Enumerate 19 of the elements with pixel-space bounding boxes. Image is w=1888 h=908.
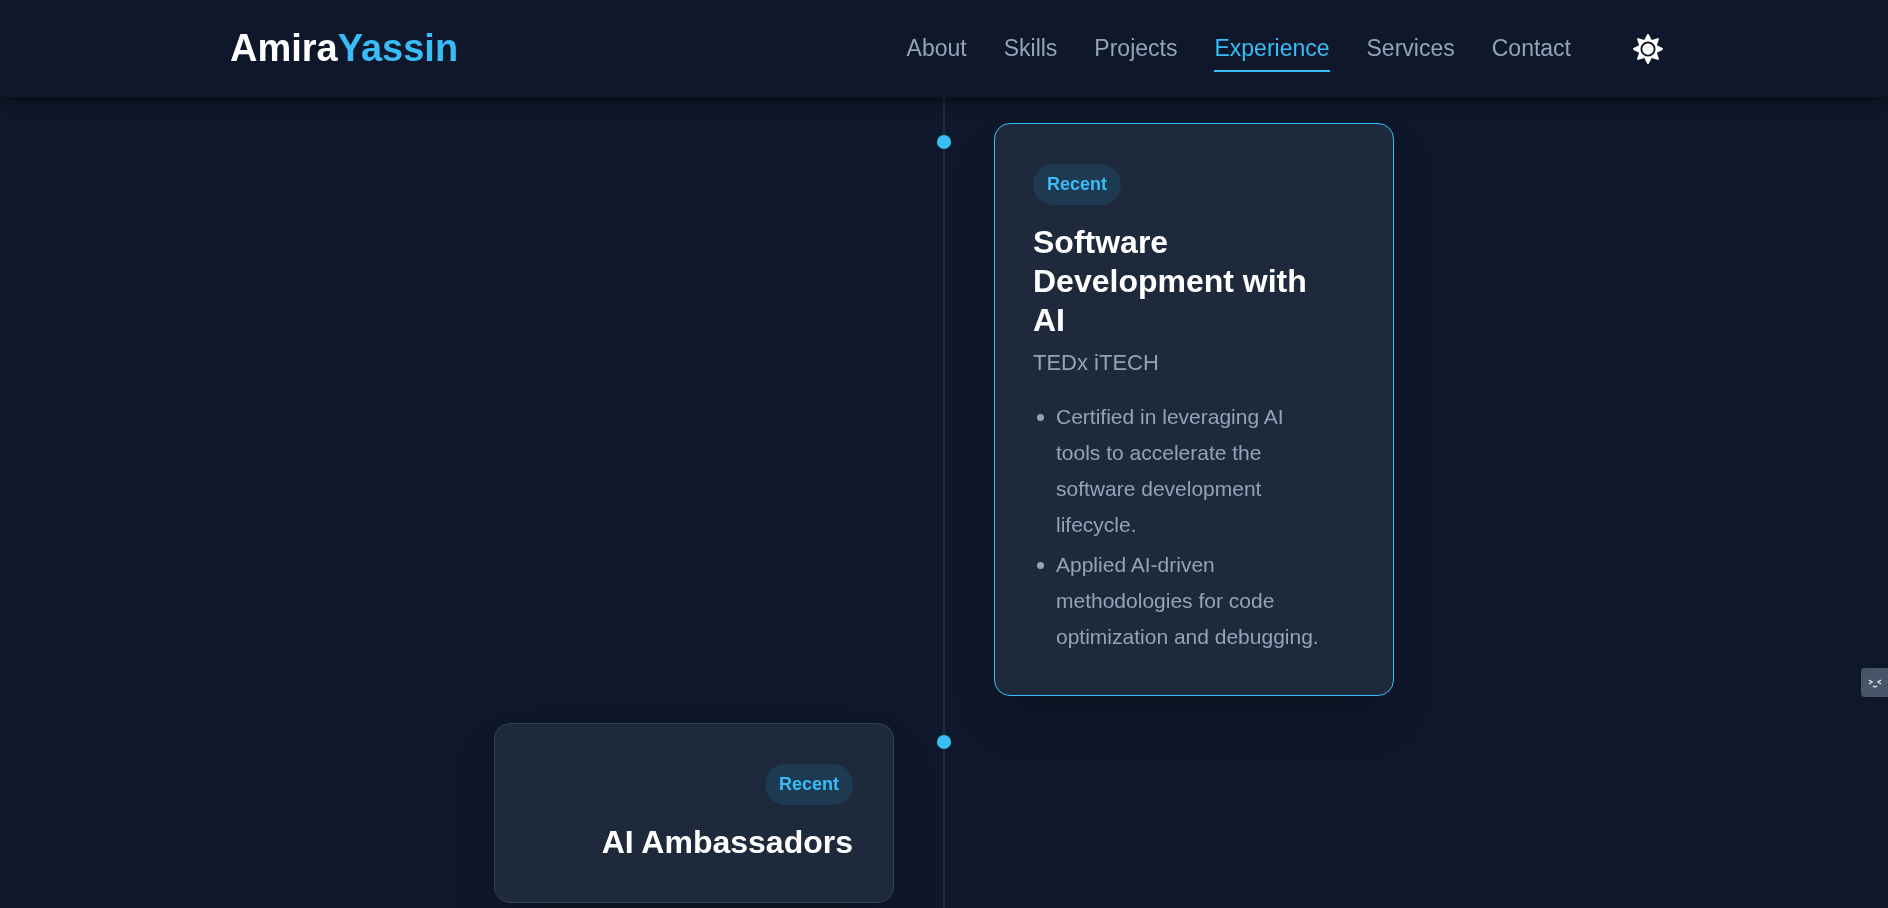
bullet-text: Applied AI-driven methodologies for code optimization and debugging. (1056, 552, 1320, 650)
recent-badge: Recent (764, 764, 853, 805)
sun-icon (1633, 33, 1663, 64)
side-widget-button[interactable] (1861, 668, 1888, 697)
face-icon (1866, 677, 1883, 688)
nav-link[interactable]: Projects (1094, 25, 1178, 72)
bullet-icon (1037, 562, 1044, 569)
organization-text: TEDx iTECH (1033, 349, 1159, 377)
card-title: Software Development with AI (1033, 223, 1308, 340)
recent-badge: Recent (1033, 164, 1122, 205)
nav-link[interactable]: Experience (1214, 25, 1330, 72)
card-title: AI Ambassadors (600, 823, 853, 862)
bullet-icon (1037, 414, 1044, 421)
logo-link[interactable]: AmiraYassin (230, 20, 459, 77)
bullet-text: Certified in leveraging AI tools to accelerate the software development lifecycle. (1056, 404, 1285, 538)
nav-link[interactable]: Services (1366, 25, 1455, 72)
nav-link[interactable]: Contact (1491, 25, 1571, 72)
nav-link[interactable]: Skills (1003, 25, 1058, 72)
nav-link[interactable]: About (906, 25, 967, 72)
